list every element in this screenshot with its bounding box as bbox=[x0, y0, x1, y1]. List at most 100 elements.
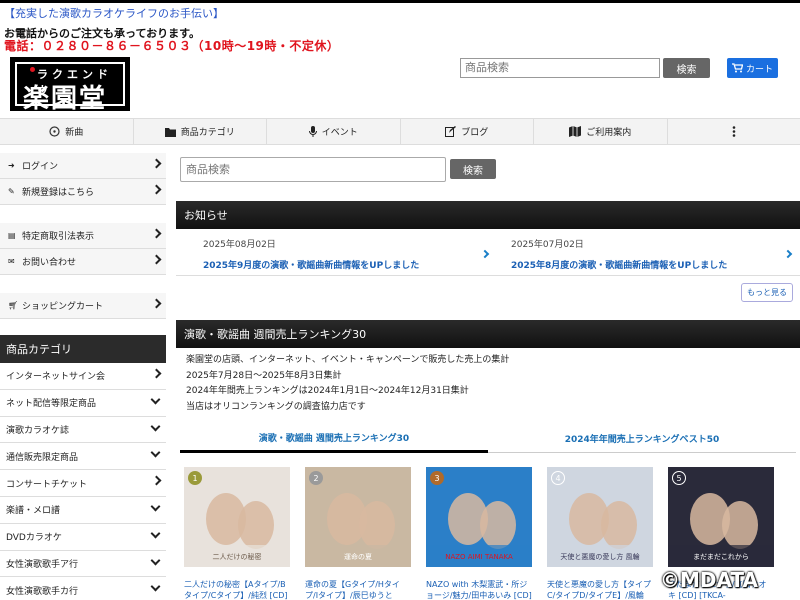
sidebar-category-female-ka[interactable]: 女性演歌歌手カ行 bbox=[0, 577, 166, 600]
product-title[interactable]: 運命の夏【Gタイプ/Hタイプ/Iタイプ】/辰巳ゆうと [CD] [VICL- bbox=[305, 579, 411, 600]
sidebar-category-internet-signing[interactable]: インターネットサイン会 bbox=[0, 363, 166, 390]
login-icon: ➜ bbox=[8, 161, 15, 170]
ranking-info-line: 楽園堂の店頭、インターネット、イベント・キャンペーンで販売した売上の集計 bbox=[186, 355, 510, 365]
product-cover-image[interactable]: まだまだこれから 5 bbox=[668, 467, 774, 567]
ranking-info-line: 2025年7月28日～2025年8月3日集計 bbox=[186, 370, 342, 381]
product-card[interactable]: 天使と悪魔の愛し方 風輪 4 天使と悪魔の愛し方【タイプC/タイプD/タイプE】/風… bbox=[547, 467, 653, 600]
ranking-info-line: 2024年年間売上ランキングは2024年1月1日～2024年12月31日集計 bbox=[186, 386, 469, 396]
logo-dot bbox=[30, 67, 35, 72]
news-date: 2025年07月02日 bbox=[511, 240, 584, 250]
news-item[interactable]: 2025年07月02日 2025年8月度の演歌・歌謡曲新曲情報をUPしました bbox=[511, 237, 800, 271]
header-search-input[interactable] bbox=[460, 58, 660, 78]
ranking-description: 楽園堂の店頭、インターネット、イベント・キャンペーンで販売した売上の集計 202… bbox=[186, 353, 509, 415]
sidebar-item-legal[interactable]: ▤ 特定商取引法表示 bbox=[0, 223, 166, 249]
product-title[interactable]: 天使と悪魔の愛し方【タイプC/タイプD/タイプE】/風輪 [CD] bbox=[547, 579, 653, 600]
cart-icon bbox=[731, 63, 743, 73]
product-cover-image[interactable]: 天使と悪魔の愛し方 風輪 4 bbox=[547, 467, 653, 567]
sidebar-category-female-a[interactable]: 女性演歌歌手ア行 bbox=[0, 550, 166, 578]
top-border bbox=[0, 0, 800, 3]
nav-events[interactable]: イベント bbox=[267, 119, 401, 144]
ranking-tabs: 演歌・歌謡曲 週間売上ランキング30 2024年年間売上ランキングベスト50 bbox=[180, 425, 796, 453]
category-label: DVDカラオケ bbox=[6, 533, 62, 544]
nav-new-songs[interactable]: 新曲 bbox=[0, 119, 134, 144]
tab-annual-ranking[interactable]: 2024年年間売上ランキングベスト50 bbox=[488, 425, 796, 453]
nav-label: 新曲 bbox=[65, 128, 84, 138]
cart-label: カート bbox=[745, 63, 773, 74]
product-card[interactable]: 運命の夏 2 運命の夏【Gタイプ/Hタイプ/Iタイプ】/辰巳ゆうと [CD] [VI… bbox=[305, 467, 411, 600]
cover-text: 二人だけの秘密 bbox=[213, 552, 262, 561]
chevron-right-icon bbox=[151, 228, 162, 239]
sidebar-item-label: 新規登録はこちら bbox=[22, 188, 95, 198]
cover-text: 天使と悪魔の愛し方 風輪 bbox=[560, 552, 639, 561]
sidebar-category-magazine[interactable]: 演歌カラオケ誌 bbox=[0, 416, 166, 444]
category-label: コンサートチケット bbox=[6, 479, 88, 490]
product-cover-image[interactable]: NAZO AIMI TANAKA 3 bbox=[426, 467, 532, 567]
cover-figure bbox=[722, 501, 758, 549]
sidebar-item-contact[interactable]: ✉ お問い合わせ bbox=[0, 249, 166, 275]
chevron-down-icon bbox=[150, 394, 161, 405]
category-label: ネット配信等限定商品 bbox=[6, 399, 97, 410]
nav-guide[interactable]: ご利用案内 bbox=[534, 119, 668, 144]
logo-frame: ラクエンドウ 楽園堂 bbox=[15, 62, 125, 114]
chevron-right-icon bbox=[151, 298, 162, 309]
catchphrase: 【充実した演歌カラオケライフのお手伝い】 bbox=[4, 7, 224, 20]
product-card[interactable]: NAZO AIMI TANAKA 3 NAZO with 木梨憲武・所ジョージ/魅力… bbox=[426, 467, 532, 600]
rank-badge: 2 bbox=[309, 471, 323, 485]
phone-number: 電話：０２８０－８６－６５０３（10時～19時・不定休） bbox=[4, 39, 340, 53]
news-divider bbox=[176, 275, 800, 276]
sidebar-category-dvd[interactable]: DVDカラオケ bbox=[0, 523, 166, 551]
main-search-input[interactable] bbox=[180, 157, 446, 182]
chevron-right-icon bbox=[151, 158, 162, 169]
news-title[interactable]: 2025年8月度の演歌・歌謡曲新曲情報をUPしました bbox=[511, 258, 800, 271]
nav-more[interactable] bbox=[668, 119, 800, 144]
nav-blog[interactable]: ブログ bbox=[401, 119, 534, 144]
sidebar-item-register[interactable]: ✎ 新規登録はこちら bbox=[0, 179, 166, 205]
sidebar-category-tickets[interactable]: コンサートチケット bbox=[0, 470, 166, 497]
product-title[interactable]: NAZO with 木梨憲武・所ジョージ/魅力/田中あいみ [CD] bbox=[426, 579, 532, 600]
nav-label: イベント bbox=[321, 128, 358, 138]
sidebar-category-heading: 商品カテゴリ bbox=[0, 335, 166, 363]
chevron-right-icon bbox=[151, 475, 162, 486]
microphone-icon bbox=[308, 126, 317, 137]
sidebar-category-mail-order[interactable]: 通信販売限定商品 bbox=[0, 443, 166, 471]
sidebar-item-login[interactable]: ➜ ログイン bbox=[0, 153, 166, 179]
header-search-button[interactable]: 検索 bbox=[663, 58, 710, 78]
nav-categories[interactable]: 商品カテゴリ bbox=[134, 119, 267, 144]
sidebar-gap bbox=[0, 319, 166, 335]
nav-label: ブログ bbox=[461, 128, 489, 138]
product-card[interactable]: 二人だけの秘密 1 二人だけの秘密【Aタイプ/Bタイプ/Cタイプ】/純烈 [CD] bbox=[184, 467, 290, 600]
rank-badge: 5 bbox=[672, 471, 686, 485]
news-item[interactable]: 2025年08月02日 2025年9月度の演歌・歌謡曲新曲情報をUPしました bbox=[203, 237, 503, 271]
cart-button[interactable]: カート bbox=[727, 58, 778, 78]
rank-badge: 4 bbox=[551, 471, 565, 485]
chevron-right-icon bbox=[783, 249, 793, 259]
chevron-down-icon bbox=[150, 501, 161, 512]
cover-figure bbox=[480, 501, 516, 549]
chevron-down-icon bbox=[150, 555, 161, 566]
main-search-button[interactable]: 検索 bbox=[450, 159, 496, 179]
sidebar-category-sheet-music[interactable]: 楽譜・メロ譜 bbox=[0, 496, 166, 524]
site-logo[interactable]: ラクエンドウ 楽園堂 bbox=[10, 57, 130, 114]
disc-icon bbox=[49, 126, 60, 137]
news-title[interactable]: 2025年9月度の演歌・歌謡曲新曲情報をUPしました bbox=[203, 258, 503, 271]
sidebar-item-cart[interactable]: 🛒︎ ショッピングカート bbox=[0, 293, 166, 319]
logo-kanji: 楽園堂 bbox=[23, 84, 108, 114]
product-cover-image[interactable]: 二人だけの秘密 1 bbox=[184, 467, 290, 567]
ranking-heading: 演歌・歌謡曲 週間売上ランキング30 bbox=[176, 320, 800, 348]
cover-text: まだまだこれから bbox=[693, 553, 749, 561]
sidebar-gap bbox=[0, 275, 166, 293]
cover-text: 運命の夏 bbox=[344, 552, 372, 561]
cover-figure bbox=[238, 501, 274, 549]
category-label: インターネットサイン会 bbox=[6, 372, 106, 383]
more-news-button[interactable]: もっと見る bbox=[741, 283, 793, 302]
chevron-down-icon bbox=[150, 581, 161, 592]
sidebar-item-label: ショッピングカート bbox=[22, 302, 104, 312]
product-cover-image[interactable]: 運命の夏 2 bbox=[305, 467, 411, 567]
category-label: 演歌カラオケ誌 bbox=[6, 425, 70, 436]
product-title[interactable]: 二人だけの秘密【Aタイプ/Bタイプ/Cタイプ】/純烈 [CD] bbox=[184, 579, 290, 600]
tab-weekly-ranking[interactable]: 演歌・歌謡曲 週間売上ランキング30 bbox=[180, 425, 488, 453]
sidebar-category-online-limited[interactable]: ネット配信等限定商品 bbox=[0, 389, 166, 417]
folder-icon bbox=[164, 127, 176, 137]
category-label: 通信販売限定商品 bbox=[6, 452, 79, 463]
pencil-icon: ✎ bbox=[8, 187, 15, 196]
